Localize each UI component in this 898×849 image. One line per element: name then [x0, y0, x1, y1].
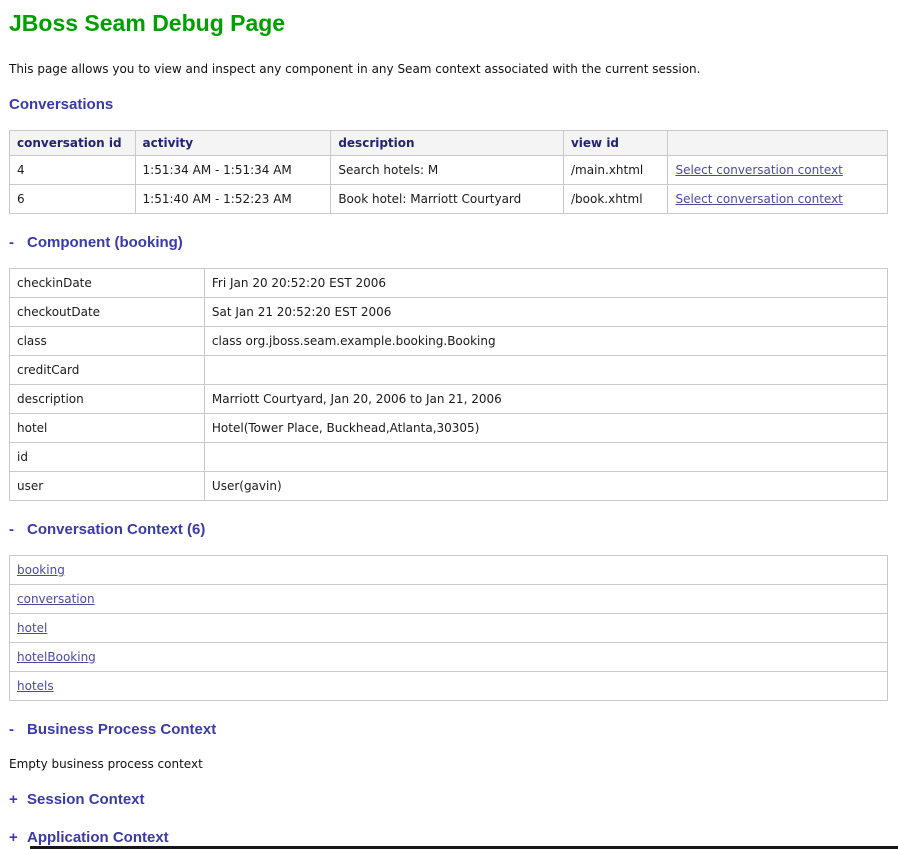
context-item-cell: conversation: [10, 584, 888, 613]
column-header-view-id: view id: [563, 130, 667, 155]
intro-text: This page allows you to view and inspect…: [9, 62, 888, 76]
context-item-cell: booking: [10, 555, 888, 584]
property-name: checkoutDate: [10, 297, 205, 326]
column-header-actions: [668, 130, 888, 155]
context-item-row: conversation: [10, 584, 888, 613]
column-header-activity: activity: [135, 130, 331, 155]
expand-toggle-icon[interactable]: +: [9, 791, 20, 809]
property-value: Sat Jan 21 20:52:20 EST 2006: [204, 297, 887, 326]
property-value: User(gavin): [204, 471, 887, 500]
context-item-row: booking: [10, 555, 888, 584]
cell-activity: 1:51:40 AM - 1:52:23 AM: [135, 184, 331, 213]
select-conversation-link[interactable]: Select conversation context: [675, 163, 842, 177]
context-item-link[interactable]: hotelBooking: [17, 650, 96, 664]
property-row: class class org.jboss.seam.example.booki…: [10, 326, 888, 355]
property-value: [204, 442, 887, 471]
collapse-toggle-icon[interactable]: -: [9, 521, 20, 539]
column-header-description: description: [331, 130, 564, 155]
conversations-heading: Conversations: [9, 96, 888, 114]
cell-view-id: /main.xhtml: [563, 155, 667, 184]
property-value: Hotel(Tower Place, Buckhead,Atlanta,3030…: [204, 413, 887, 442]
cell-action: Select conversation context: [668, 184, 888, 213]
cell-description: Book hotel: Marriott Courtyard: [331, 184, 564, 213]
property-row: id: [10, 442, 888, 471]
context-item-row: hotelBooking: [10, 642, 888, 671]
component-heading-label: Component (booking): [27, 234, 183, 251]
conversation-context-table: booking conversation hotel hotelBooking: [9, 555, 888, 701]
conversation-context-heading[interactable]: -Conversation Context (6): [9, 521, 888, 539]
select-conversation-link[interactable]: Select conversation context: [675, 192, 842, 206]
property-row: hotel Hotel(Tower Place, Buckhead,Atlant…: [10, 413, 888, 442]
conversations-header-row: conversation id activity description vie…: [10, 130, 888, 155]
property-name: description: [10, 384, 205, 413]
cell-conversation-id: 6: [10, 184, 136, 213]
collapse-toggle-icon[interactable]: -: [9, 721, 20, 739]
property-name: user: [10, 471, 205, 500]
property-row: user User(gavin): [10, 471, 888, 500]
application-context-heading[interactable]: + Application Context: [9, 829, 888, 847]
expand-toggle-icon[interactable]: +: [9, 829, 20, 847]
property-row: checkinDate Fri Jan 20 20:52:20 EST 2006: [10, 268, 888, 297]
property-name: creditCard: [10, 355, 205, 384]
cell-action: Select conversation context: [668, 155, 888, 184]
collapse-toggle-icon[interactable]: -: [9, 234, 20, 252]
property-value: [204, 355, 887, 384]
context-item-link[interactable]: conversation: [17, 592, 95, 606]
context-item-row: hotel: [10, 613, 888, 642]
context-item-row: hotels: [10, 671, 888, 700]
context-item-link[interactable]: booking: [17, 563, 65, 577]
cell-description: Search hotels: M: [331, 155, 564, 184]
cell-view-id: /book.xhtml: [563, 184, 667, 213]
conversation-row: 6 1:51:40 AM - 1:52:23 AM Book hotel: Ma…: [10, 184, 888, 213]
property-row: checkoutDate Sat Jan 21 20:52:20 EST 200…: [10, 297, 888, 326]
cell-activity: 1:51:34 AM - 1:51:34 AM: [135, 155, 331, 184]
context-item-cell: hotelBooking: [10, 642, 888, 671]
property-name: checkinDate: [10, 268, 205, 297]
property-row: description Marriott Courtyard, Jan 20, …: [10, 384, 888, 413]
conversation-context-heading-label: Conversation Context (6): [27, 521, 205, 538]
property-value: class org.jboss.seam.example.booking.Boo…: [204, 326, 887, 355]
seam-debug-page: JBoss Seam Debug Page This page allows y…: [0, 0, 898, 849]
business-process-empty-message: Empty business process context: [9, 757, 888, 771]
property-name: class: [10, 326, 205, 355]
property-name: hotel: [10, 413, 205, 442]
context-item-cell: hotels: [10, 671, 888, 700]
business-process-context-heading[interactable]: -Business Process Context: [9, 721, 888, 739]
property-name: id: [10, 442, 205, 471]
cell-conversation-id: 4: [10, 155, 136, 184]
component-properties-table: checkinDate Fri Jan 20 20:52:20 EST 2006…: [9, 268, 888, 501]
property-value: Fri Jan 20 20:52:20 EST 2006: [204, 268, 887, 297]
session-context-heading-label: Session Context: [27, 791, 145, 808]
context-item-cell: hotel: [10, 613, 888, 642]
component-booking-heading[interactable]: -Component (booking): [9, 234, 888, 252]
property-row: creditCard: [10, 355, 888, 384]
conversation-row: 4 1:51:34 AM - 1:51:34 AM Search hotels:…: [10, 155, 888, 184]
business-process-heading-label: Business Process Context: [27, 721, 216, 738]
session-context-heading[interactable]: + Session Context: [9, 791, 888, 809]
column-header-conversation-id: conversation id: [10, 130, 136, 155]
page-title: JBoss Seam Debug Page: [9, 10, 888, 38]
context-item-link[interactable]: hotel: [17, 621, 47, 635]
property-value: Marriott Courtyard, Jan 20, 2006 to Jan …: [204, 384, 887, 413]
context-item-link[interactable]: hotels: [17, 679, 54, 693]
application-context-heading-label: Application Context: [27, 829, 169, 846]
conversations-table: conversation id activity description vie…: [9, 130, 888, 214]
